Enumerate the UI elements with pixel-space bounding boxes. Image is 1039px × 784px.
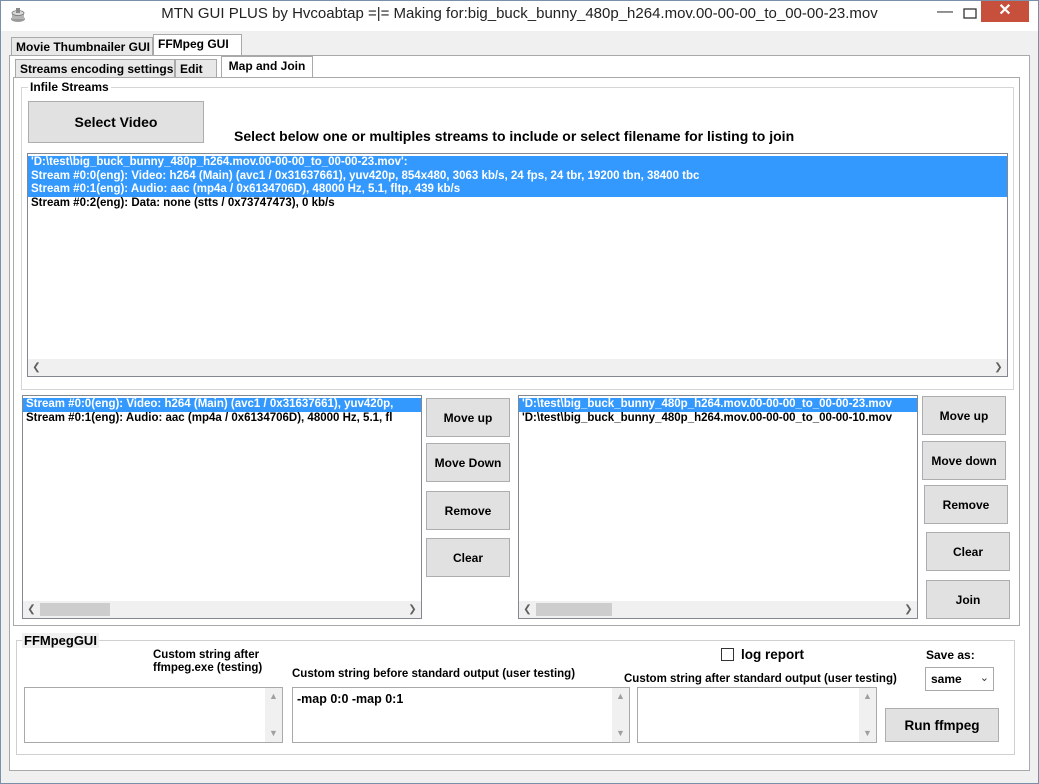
scroll-down-icon[interactable]: ▼: [859, 725, 876, 742]
scroll-down-icon[interactable]: ▼: [612, 725, 629, 742]
scroll-thumb[interactable]: [40, 603, 110, 616]
vscrollbar[interactable]: ▲ ▼: [612, 688, 629, 742]
custom-after-exe-field[interactable]: ▲ ▼: [24, 687, 283, 743]
scroll-left-icon[interactable]: ❮: [28, 359, 45, 376]
minimize-button[interactable]: —: [935, 4, 955, 22]
save-as-label: Save as:: [926, 648, 975, 662]
join-remove-button[interactable]: Remove: [924, 485, 1008, 524]
chevron-down-icon: ⌄: [979, 672, 989, 684]
maximize-icon: [963, 8, 977, 19]
vscrollbar[interactable]: ▲ ▼: [265, 688, 282, 742]
map-move-up-button[interactable]: Move up: [426, 398, 510, 437]
list-item[interactable]: Stream #0:0(eng): Video: h264 (Main) (av…: [23, 398, 421, 412]
list-item[interactable]: 'D:\test\big_buck_bunny_480p_h264.mov.00…: [519, 412, 917, 426]
list-item[interactable]: 'D:\test\big_buck_bunny_480p_h264.mov.00…: [28, 156, 1007, 170]
scroll-left-icon[interactable]: ❮: [519, 601, 536, 618]
tab-movie-thumbnailer[interactable]: Movie Thumbnailer GUI: [11, 37, 153, 56]
scroll-up-icon[interactable]: ▲: [265, 688, 282, 705]
list-item[interactable]: 'D:\test\big_buck_bunny_480p_h264.mov.00…: [519, 398, 917, 412]
join-move-down-button[interactable]: Move down: [922, 441, 1006, 480]
scroll-down-icon[interactable]: ▼: [265, 725, 282, 742]
run-ffmpeg-button[interactable]: Run ffmpeg: [885, 708, 999, 742]
log-report-checkbox[interactable]: [721, 648, 734, 661]
scroll-up-icon[interactable]: ▲: [859, 688, 876, 705]
map-hscrollbar[interactable]: ❮ ❯: [23, 601, 421, 618]
window-title: MTN GUI PLUS by Hvcoabtap =|= Making for…: [161, 5, 878, 22]
list-item[interactable]: Stream #0:1(eng): Audio: aac (mp4a / 0x6…: [28, 183, 1007, 197]
log-report-label: log report: [741, 647, 804, 662]
scroll-right-icon[interactable]: ❯: [900, 601, 917, 618]
custom-before-label: Custom string before standard output (us…: [292, 668, 576, 680]
custom-before-field[interactable]: -map 0:0 -map 0:1 ▲ ▼: [292, 687, 630, 743]
save-as-value: same: [931, 672, 962, 686]
infile-streams-list[interactable]: 'D:\test\big_buck_bunny_480p_h264.mov.00…: [27, 153, 1008, 377]
tab-ffmpeg-gui[interactable]: FFMpeg GUI: [153, 34, 242, 56]
maximize-button[interactable]: [960, 4, 980, 24]
custom-before-value: -map 0:0 -map 0:1: [297, 692, 404, 706]
map-remove-button[interactable]: Remove: [426, 491, 510, 530]
join-move-up-button[interactable]: Move up: [922, 396, 1006, 435]
map-move-down-button[interactable]: Move Down: [426, 443, 510, 482]
scroll-right-icon[interactable]: ❯: [404, 601, 421, 618]
join-files-list[interactable]: 'D:\test\big_buck_bunny_480p_h264.mov.00…: [518, 395, 918, 619]
tab-streams-encoding[interactable]: Streams encoding settings: [15, 59, 175, 78]
join-clear-button[interactable]: Clear: [926, 532, 1010, 571]
map-streams-list[interactable]: Stream #0:0(eng): Video: h264 (Main) (av…: [22, 395, 422, 619]
select-video-button[interactable]: Select Video: [28, 101, 204, 143]
custom-after-exe-label: Custom string after ffmpeg.exe (testing): [153, 649, 263, 674]
join-button[interactable]: Join: [926, 580, 1010, 619]
list-item[interactable]: Stream #0:0(eng): Video: h264 (Main) (av…: [28, 169, 1007, 183]
instruction-text: Select below one or multiples streams to…: [234, 128, 795, 144]
close-button[interactable]: ✕: [981, 1, 1029, 22]
scroll-thumb[interactable]: [536, 603, 612, 616]
infile-hscrollbar[interactable]: ❮ ❯: [28, 359, 1007, 376]
infile-streams-label: Infile Streams: [28, 80, 111, 94]
tab-map-and-join[interactable]: Map and Join: [221, 56, 313, 78]
tab-edit[interactable]: Edit: [175, 59, 217, 78]
ffmpeggui-label: FFMpegGUI: [22, 633, 99, 648]
custom-after-field[interactable]: ▲ ▼: [637, 687, 877, 743]
save-as-select[interactable]: same ⌄: [925, 667, 994, 691]
custom-after-label: Custom string after standard output (use…: [624, 673, 897, 685]
list-item[interactable]: Stream #0:2(eng): Data: none (stts / 0x7…: [28, 197, 1007, 211]
list-item[interactable]: Stream #0:1(eng): Audio: aac (mp4a / 0x6…: [23, 412, 421, 426]
scroll-right-icon[interactable]: ❯: [990, 359, 1007, 376]
scroll-left-icon[interactable]: ❮: [23, 601, 40, 618]
join-hscrollbar[interactable]: ❮ ❯: [519, 601, 917, 618]
map-clear-button[interactable]: Clear: [426, 538, 510, 577]
scroll-up-icon[interactable]: ▲: [612, 688, 629, 705]
vscrollbar[interactable]: ▲ ▼: [859, 688, 876, 742]
